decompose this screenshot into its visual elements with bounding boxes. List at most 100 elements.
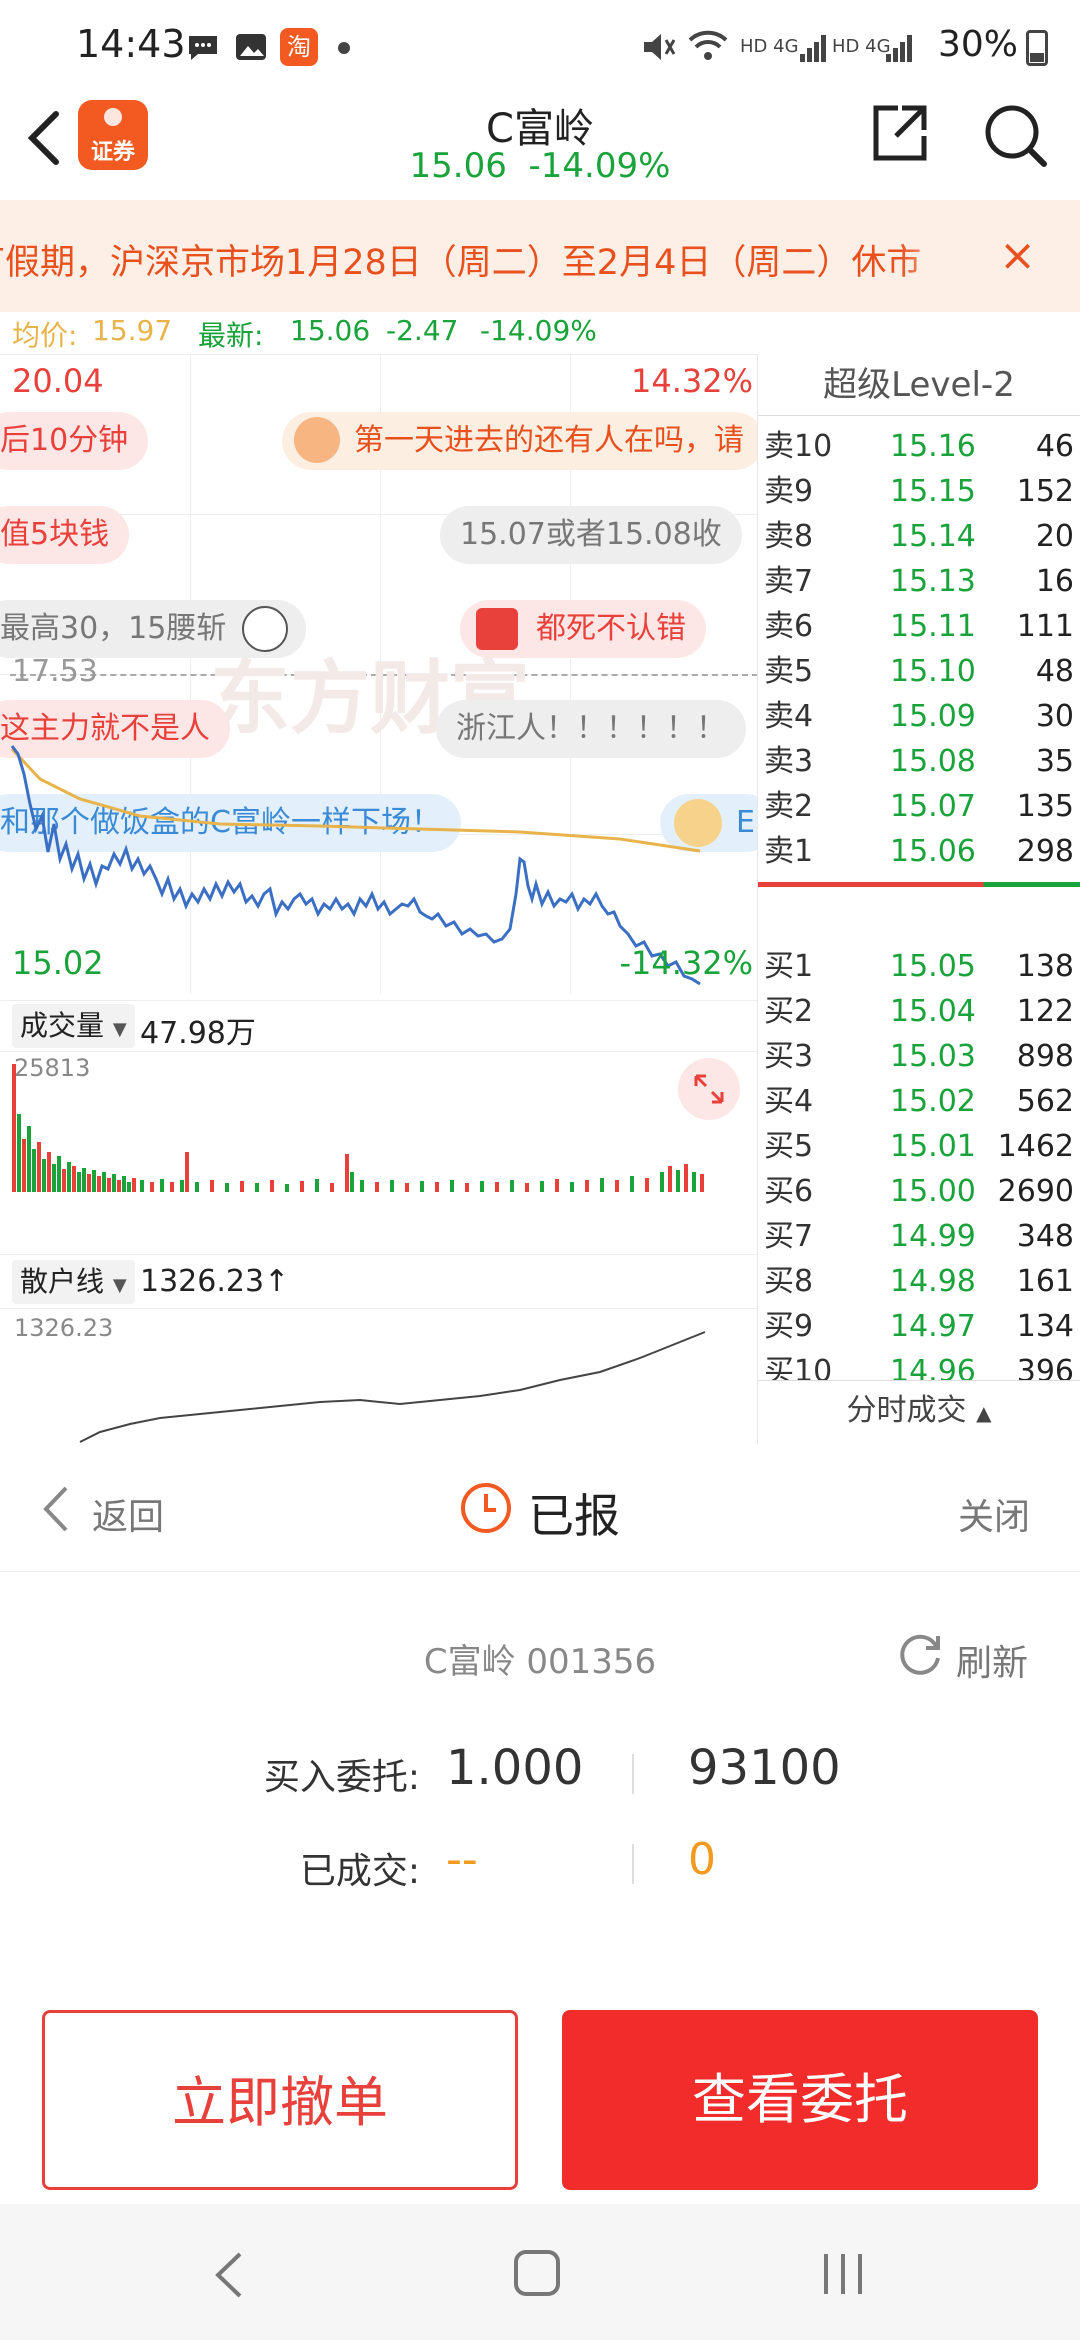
signal-2-icon	[884, 32, 914, 68]
ask-row[interactable]: 卖6 15.11 111	[758, 604, 1080, 649]
bid-row[interactable]: 买4 15.02 562	[758, 1079, 1080, 1124]
back-chevron-icon[interactable]	[40, 1484, 70, 1538]
ask-row[interactable]: 卖9 15.15 152	[758, 469, 1080, 514]
intraday-chart[interactable]: 东方财富 20.04 14.32% 17.53 后10分钟 第一天进去的还有人在…	[0, 354, 758, 1444]
retail-label: 散户线	[20, 1265, 105, 1298]
avg-price-line	[10, 747, 701, 853]
filled-price: --	[446, 1834, 478, 1885]
ask-row[interactable]: 卖2 15.07 135	[758, 784, 1080, 829]
banner-close-icon[interactable]: ×	[999, 234, 1036, 278]
nav-back-icon[interactable]	[210, 2250, 250, 2304]
bid-volume: 134	[1016, 1309, 1074, 1344]
order-book[interactable]: 超级Level-2 卖10 15.16 46 卖9 15.15 152 卖8 15.14 20 卖…	[758, 354, 1080, 1444]
volume-selector[interactable]: 成交量 ▼	[12, 1004, 135, 1048]
bid-row[interactable]: 买6 15.00 2690	[758, 1169, 1080, 1214]
bid-row[interactable]: 买2 15.04 122	[758, 989, 1080, 1034]
bid-row[interactable]: 买3 15.03 898	[758, 1034, 1080, 1079]
bid-level: 买8	[764, 1264, 814, 1299]
ask-price: 15.16	[890, 429, 976, 464]
search-icon[interactable]	[980, 100, 1050, 174]
ask-volume: 35	[1035, 744, 1074, 779]
tick-trades-label: 分时成交	[846, 1393, 967, 1428]
system-nav-bar	[0, 2204, 1080, 2340]
ask-level: 卖6	[764, 609, 814, 644]
ask-level: 卖10	[764, 429, 833, 464]
ask-volume: 135	[1016, 789, 1074, 824]
dropdown-arrow-icon: ▼	[112, 1019, 127, 1040]
ask-price: 15.14	[890, 519, 976, 554]
bid-volume: 161	[1016, 1264, 1074, 1299]
panel-header: 返回 已报 关闭	[0, 1444, 1080, 1572]
ask-row[interactable]: 卖1 15.06 298	[758, 829, 1080, 874]
share-icon[interactable]	[868, 102, 932, 170]
signal-1-icon	[798, 32, 828, 68]
bid-row[interactable]: 买7 14.99 348	[758, 1214, 1080, 1259]
ask-level: 卖3	[764, 744, 814, 779]
bid-level: 买2	[764, 994, 814, 1029]
ask-price: 15.09	[890, 699, 976, 734]
ask-row[interactable]: 卖7 15.13 16	[758, 559, 1080, 604]
bid-volume: 122	[1016, 994, 1074, 1029]
retail-line-chart	[79, 1331, 706, 1443]
ask-volume: 16	[1035, 564, 1074, 599]
bid-row[interactable]: 买9 14.97 134	[758, 1304, 1080, 1349]
bid-level: 买7	[764, 1219, 814, 1254]
bid-volume: 2690	[997, 1174, 1074, 1209]
bid-row[interactable]: 买8 14.98 161	[758, 1259, 1080, 1304]
bid-price: 15.05	[890, 949, 976, 984]
close-button[interactable]: 关闭	[958, 1488, 1030, 1540]
book-divider	[758, 882, 1080, 887]
latest-label: 最新:	[198, 319, 264, 352]
ask-row[interactable]: 卖4 15.09 30	[758, 694, 1080, 739]
price-line-chart	[10, 745, 701, 986]
bid-volume: 898	[1016, 1039, 1074, 1074]
bid-level: 买9	[764, 1309, 814, 1344]
buy-order-price: 1.000	[446, 1740, 584, 1796]
message-icon	[186, 32, 220, 66]
back-button[interactable]: 返回	[92, 1488, 164, 1540]
ask-price: 15.13	[890, 564, 976, 599]
bid-row[interactable]: 买1 15.05 138	[758, 944, 1080, 989]
latest-value: 15.06	[290, 314, 371, 347]
bid-price: 15.03	[890, 1039, 976, 1074]
status-bar: 14:43 淘 HD 4G HD 4G 30%	[0, 0, 1080, 96]
status-time: 14:43	[76, 22, 186, 66]
retail-line-selector[interactable]: 散户线 ▼	[12, 1260, 135, 1304]
view-orders-button[interactable]: 查看委托	[562, 2010, 1038, 2190]
avg-label: 均价:	[12, 319, 78, 352]
ask-level: 卖9	[764, 474, 814, 509]
separator	[632, 1754, 634, 1794]
bid-price: 15.04	[890, 994, 976, 1029]
bid-price: 14.98	[890, 1264, 976, 1299]
ask-level: 卖2	[764, 789, 814, 824]
tick-trades-toggle[interactable]: 分时成交 ▲	[758, 1380, 1080, 1444]
nav-home-icon[interactable]	[514, 2250, 560, 2296]
bid-row[interactable]: 买5 15.01 1462	[758, 1124, 1080, 1169]
ask-row[interactable]: 卖10 15.16 46	[758, 424, 1080, 469]
ask-price: 15.15	[890, 474, 976, 509]
price-line	[10, 745, 701, 986]
ask-price: 15.07	[890, 789, 976, 824]
signal-2-label: HD 4G	[832, 36, 891, 57]
ask-price: 15.11	[890, 609, 976, 644]
refresh-icon[interactable]	[894, 1628, 946, 1684]
ask-row[interactable]: 卖8 15.14 20	[758, 514, 1080, 559]
ask-level: 卖7	[764, 564, 814, 599]
refresh-button[interactable]: 刷新	[956, 1634, 1028, 1686]
ask-row[interactable]: 卖3 15.08 35	[758, 739, 1080, 784]
cancel-order-button[interactable]: 立即撤单	[42, 2010, 518, 2190]
filled-label: 已成交:	[299, 1851, 420, 1892]
volume-value: 47.98万	[140, 1016, 256, 1051]
ask-row[interactable]: 卖5 15.10 48	[758, 649, 1080, 694]
level2-title[interactable]: 超级Level-2	[758, 354, 1080, 416]
filled-qty: 0	[688, 1834, 716, 1885]
ask-volume: 298	[1016, 834, 1074, 869]
bid-level: 买6	[764, 1174, 814, 1209]
retail-value: 1326.23↑	[140, 1264, 290, 1299]
bid-price: 14.99	[890, 1219, 976, 1254]
nav-recents-icon[interactable]	[820, 2252, 866, 2300]
gallery-icon	[234, 32, 268, 66]
mute-icon	[640, 30, 676, 68]
order-status: 已报	[528, 1489, 620, 1543]
holiday-banner[interactable]: 节假期，沪深京市场1月28日（周二）至2月4日（周二）休市 ×	[0, 200, 1080, 312]
